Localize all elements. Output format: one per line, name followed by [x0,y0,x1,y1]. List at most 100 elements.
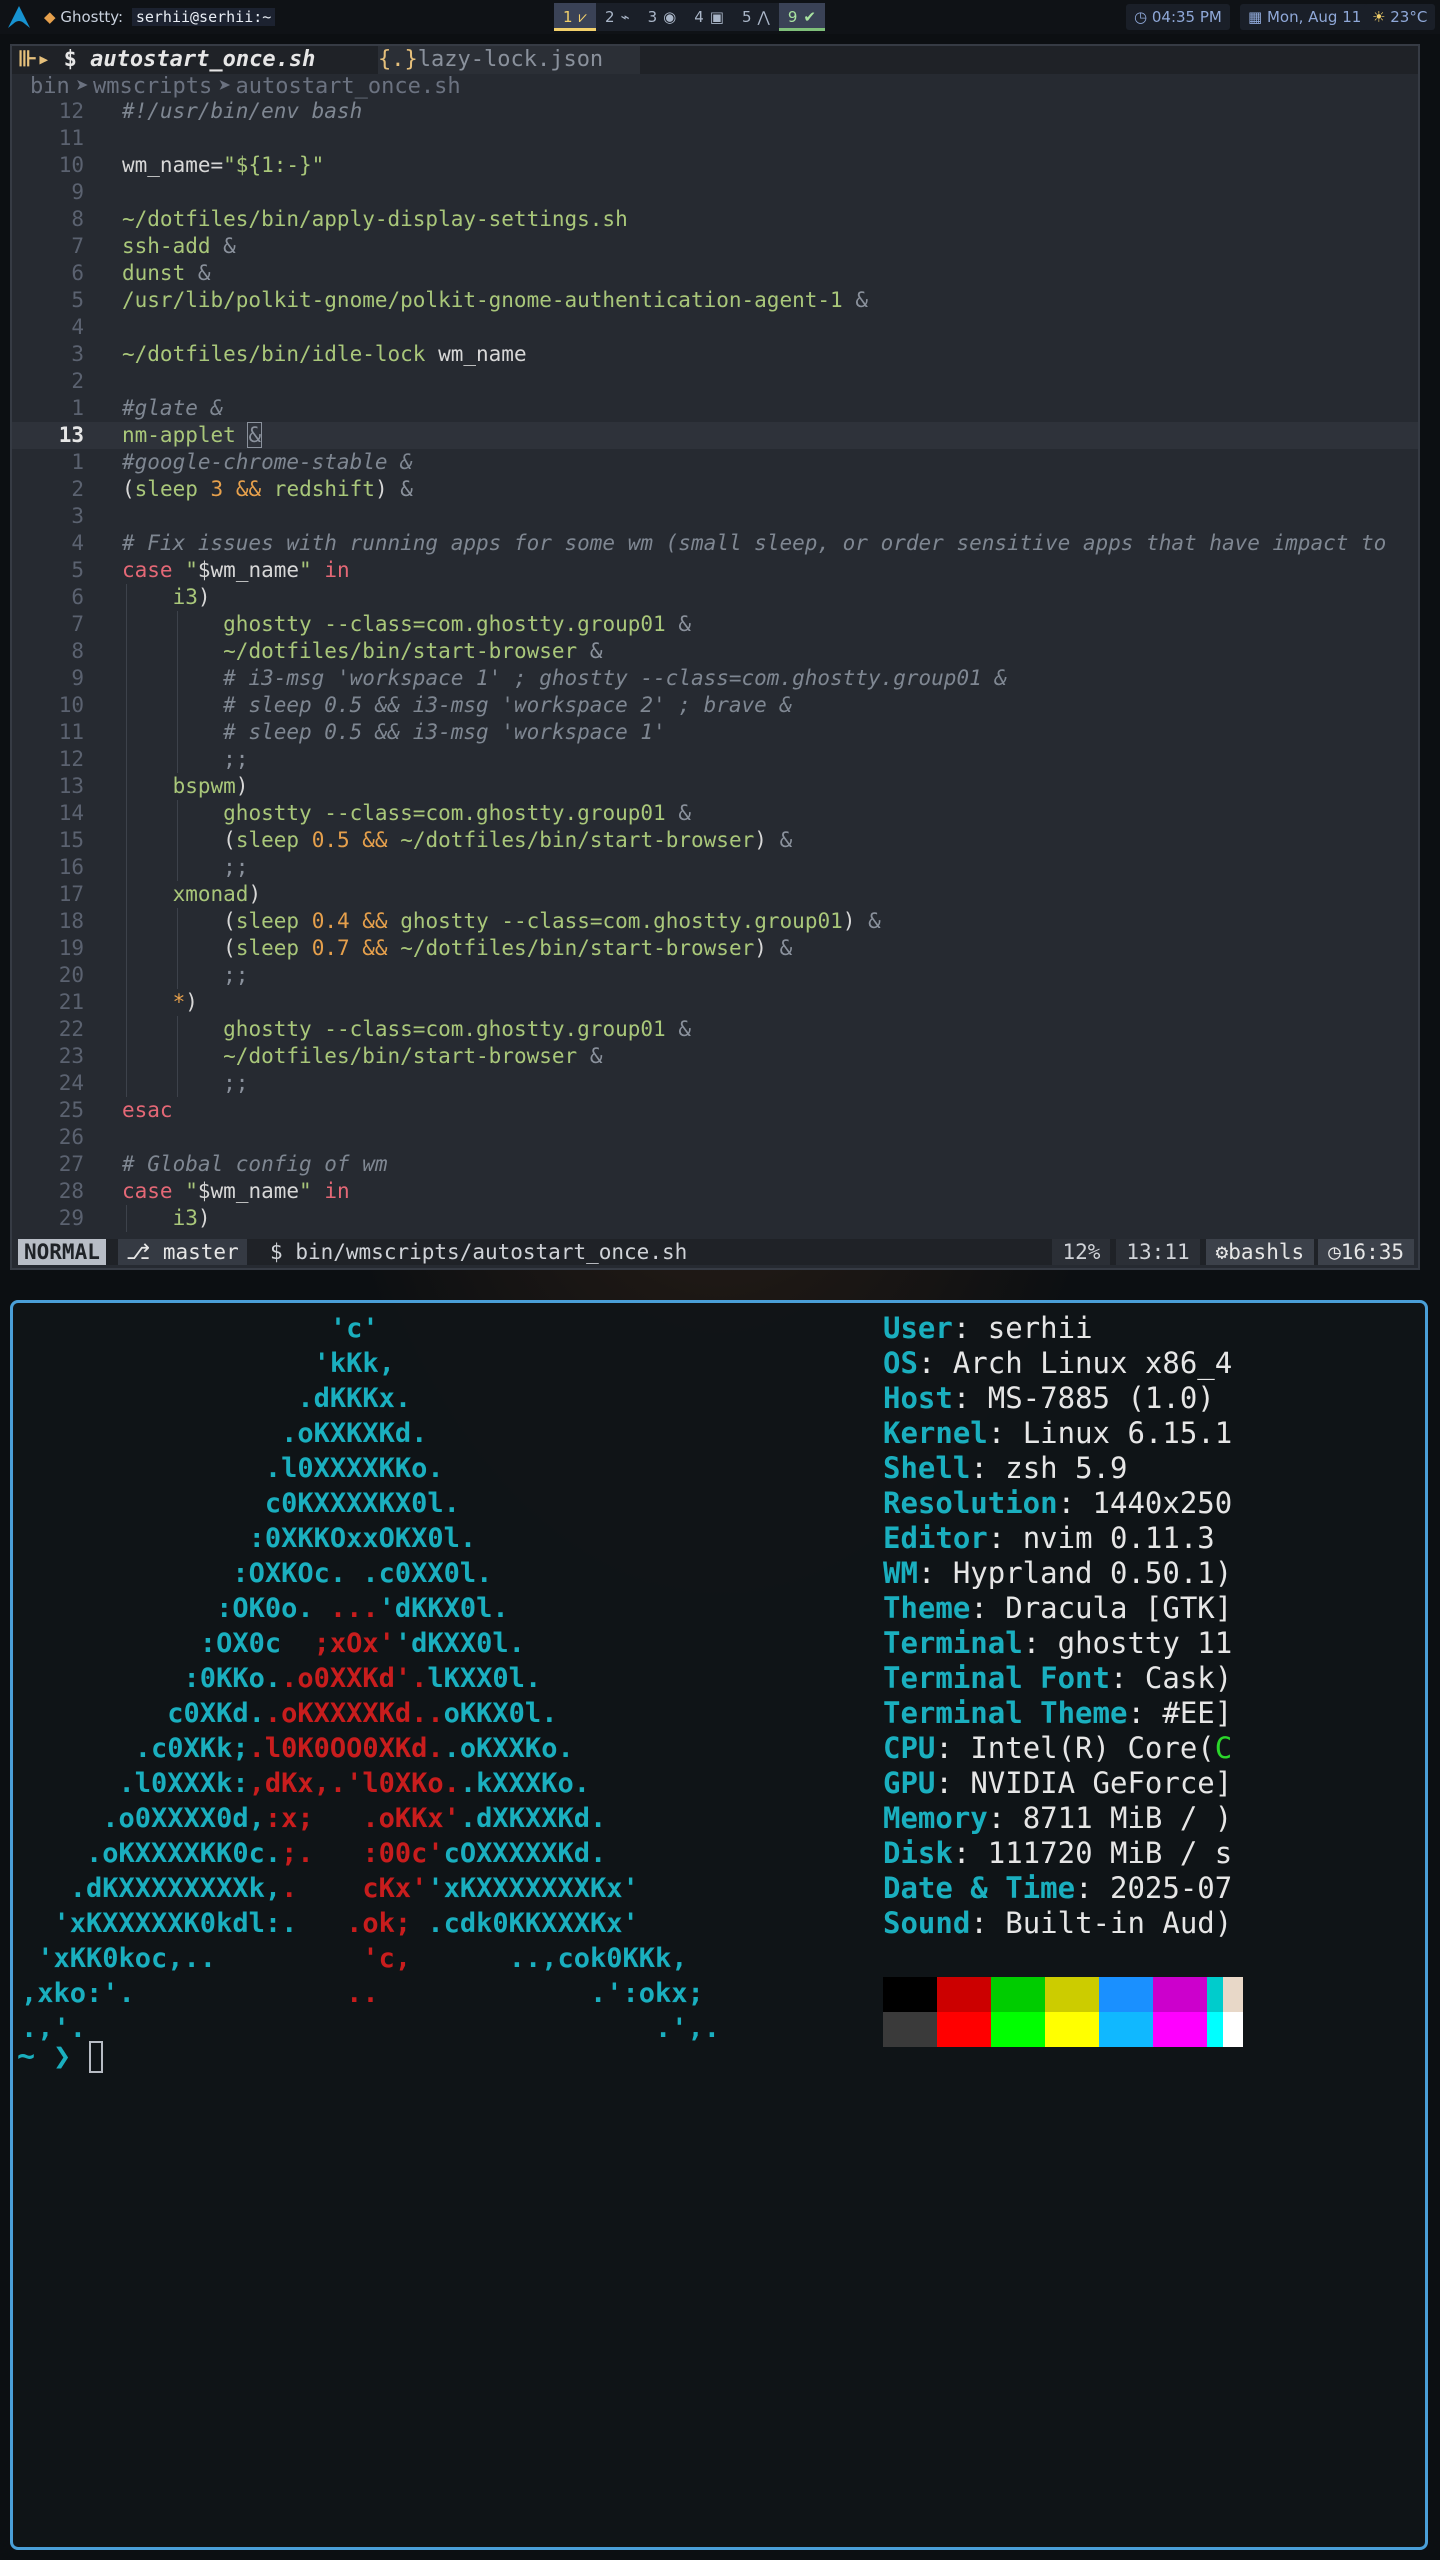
breadcrumb-item[interactable]: bin [30,74,70,99]
workspace-5[interactable]: 5 ⋀ [733,3,779,31]
active-window-title: ◆ Ghostty: serhii@serhii:~ [44,6,276,28]
code-text: wm_name="${1:-}" [122,153,325,177]
workspace-9[interactable]: 9 ✔ [778,3,825,31]
code-line[interactable]: 10 # sleep 0.5 && i3-msg 'workspace 2' ;… [12,692,1418,719]
code-line[interactable]: 5/usr/lib/polkit-gnome/polkit-gnome-auth… [12,287,1418,314]
sysinfo-separator: : [917,1556,953,1590]
fastfetch-terminal-window[interactable]: 'c' 'kKk, .dKKKx. .oKXKXKd. .l0XXXXKKo. … [10,1300,1428,2550]
code-line[interactable]: 2 (sleep 3 && redshift) & [12,476,1418,503]
statusline: NORMAL ⎇ master $ bin/wmscripts/autostar… [18,1239,1414,1265]
code-text: # sleep 0.5 && i3-msg 'workspace 1' [223,720,666,744]
code-line[interactable]: 1 #google-chrome-stable & [12,449,1418,476]
code-line[interactable]: 13 nm-applet & [12,422,1418,449]
code-line[interactable]: 7 ghostty --class=com.ghostty.group01 & [12,611,1418,638]
code-buffer[interactable]: 12 #!/usr/bin/env bash 11 10 wm_name="${1:-}… [12,98,1418,1286]
sysinfo-separator: : [987,1521,1023,1555]
terminal-cursor[interactable] [89,2041,103,2073]
workspace-app-icon: ⋀ [757,8,770,26]
workspace-1[interactable]: 1 ⩗ [554,3,597,31]
sysinfo-value: nvim 0.11.3 [1022,1521,1215,1555]
code-line[interactable]: 1 #glate & [12,395,1418,422]
sysinfo-row: Terminal Font: Cask) [883,1661,1232,1696]
code-line[interactable]: 12 #!/usr/bin/env bash [12,98,1418,125]
code-line[interactable]: 23 ~/dotfiles/bin/start-browser & [12,1043,1418,1070]
code-line[interactable]: 16 ;; [12,854,1418,881]
line-number: 7 [71,612,84,636]
line-number: 13 [58,774,84,798]
code-text: (sleep 0.4 && ghostty --class=com.ghostt… [223,909,881,933]
workspace-4[interactable]: 4 ▣ [685,3,733,31]
code-line[interactable]: 19 (sleep 0.7 && ~/dotfiles/bin/start-br… [12,935,1418,962]
sysinfo-value: Hyprland 0.50.1) [952,1556,1233,1590]
sysinfo-key: Terminal Font [883,1661,1110,1695]
code-text: ;; [223,963,249,987]
code-line[interactable]: 9 # i3-msg 'workspace 1' ; ghostty --cla… [12,665,1418,692]
code-line[interactable]: 8 ~/dotfiles/bin/apply-display-settings.s… [12,206,1418,233]
sysinfo-value: 1440x250 [1092,1486,1233,1520]
tab-label: lazy-lock.json [417,47,604,72]
code-line[interactable]: 13 bspwm) [12,773,1418,800]
code-line[interactable]: 15 (sleep 0.5 && ~/dotfiles/bin/start-br… [12,827,1418,854]
line-number: 11 [58,720,84,744]
code-line[interactable]: 11 # sleep 0.5 && i3-msg 'workspace 1' [12,719,1418,746]
workspace-2[interactable]: 2 ⌁ [596,3,639,31]
code-line[interactable]: 3 [12,503,1418,530]
breadcrumb-item[interactable]: wmscripts [93,74,212,99]
code-line[interactable]: 20 ;; [12,962,1418,989]
code-line[interactable]: 14 ghostty --class=com.ghostty.group01 & [12,800,1418,827]
code-line[interactable]: 17 xmonad) [12,881,1418,908]
window-app-name: Ghostty: [60,8,124,26]
code-line[interactable]: 8 ~/dotfiles/bin/start-browser & [12,638,1418,665]
arch-logo-icon[interactable] [6,4,32,30]
tab-lazy-lock[interactable]: {.}lazy-lock.json [378,46,640,74]
code-line[interactable]: 2 [12,368,1418,395]
code-line[interactable]: 21 *) [12,989,1418,1016]
editor-terminal-window[interactable]: ⊪▸ $ autostart_once.sh {.}lazy-lock.json… [10,44,1420,1270]
code-line[interactable]: 24 ;; [12,1070,1418,1097]
color-swatch [937,2012,991,2047]
code-line[interactable]: 26 [12,1124,1418,1151]
line-number: 26 [58,1125,84,1149]
code-line[interactable]: 28 case "$wm_name" in [12,1178,1418,1205]
code-line[interactable]: 4 # Fix issues with running apps for some… [12,530,1418,557]
code-line[interactable]: 4 [12,314,1418,341]
code-line[interactable]: 5 case "$wm_name" in [12,557,1418,584]
line-number: 4 [71,315,84,339]
code-line[interactable]: 10 wm_name="${1:-}" [12,152,1418,179]
sysinfo-value: 111720 MiB / s [987,1836,1233,1870]
code-line[interactable]: 18 (sleep 0.4 && ghostty --class=com.gho… [12,908,1418,935]
chevron-right-icon: ➤ [218,74,232,99]
code-line[interactable]: 22 ghostty --class=com.ghostty.group01 & [12,1016,1418,1043]
sysinfo-value-tail: C [1214,1731,1233,1765]
date-widget[interactable]: ▦ Mon, Aug 11 [1240,4,1370,30]
workspace-3[interactable]: 3 ◉ [639,3,686,31]
buffer-tabline: ⊪▸ $ autostart_once.sh {.}lazy-lock.json [12,46,1418,74]
breadcrumb-item[interactable]: autostart_once.sh [235,74,460,99]
date-text: Mon, Aug 11 [1266,8,1362,26]
sysinfo-row: CPU: Intel(R) Core(C [883,1731,1232,1766]
sysinfo-row: Shell: zsh 5.9 [883,1451,1232,1486]
code-line[interactable]: 9 [12,179,1418,206]
code-line[interactable]: 27 # Global config of wm [12,1151,1418,1178]
code-line[interactable]: 25 esac [12,1097,1418,1124]
sysinfo-key: User [883,1311,953,1345]
sysinfo-separator: : [1075,1871,1110,1905]
code-line[interactable]: 7 ssh-add & [12,233,1418,260]
git-branch-icon: ⎇ [126,1240,151,1264]
code-line[interactable]: 29 i3) [12,1205,1418,1232]
sysinfo-separator: : [917,1346,953,1380]
tab-autostart-once[interactable]: ⊪▸ $ autostart_once.sh [18,46,315,74]
code-line[interactable]: 11 [12,125,1418,152]
sysinfo-key: Memory [883,1801,988,1835]
json-file-icon: {.} [378,47,418,72]
code-line[interactable]: 3 ~/dotfiles/bin/idle-lock wm_name [12,341,1418,368]
sysinfo-value: Dracula [GTK] [1005,1591,1233,1625]
code-line[interactable]: 6 dunst & [12,260,1418,287]
code-line[interactable]: 6 i3) [12,584,1418,611]
code-line[interactable]: 12 ;; [12,746,1418,773]
sysinfo-row: Resolution: 1440x250 [883,1486,1232,1521]
code-text: ;; [223,1071,249,1095]
code-text: ghostty --class=com.ghostty.group01 & [223,1017,691,1041]
clock-widget[interactable]: ◷ 04:35 PM [1126,4,1230,30]
weather-widget[interactable]: ☀ 23°C [1364,4,1436,30]
